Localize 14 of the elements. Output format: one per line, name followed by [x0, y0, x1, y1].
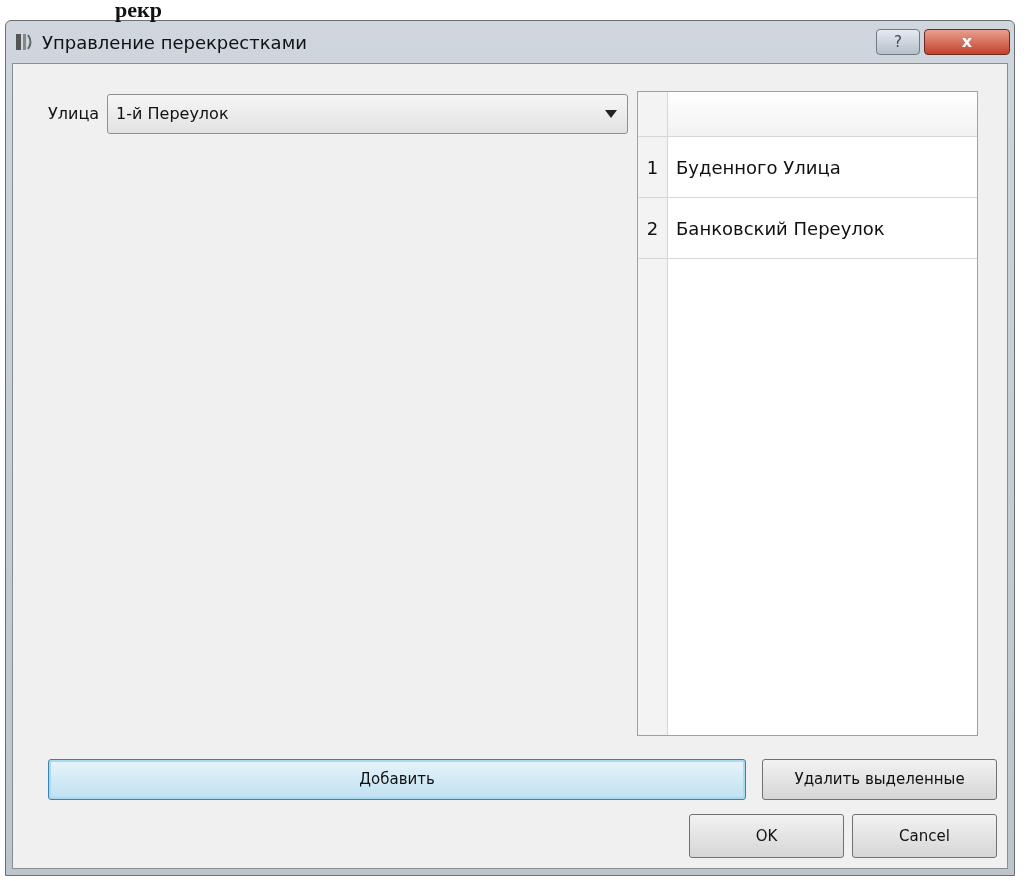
- street-label: Улица: [48, 103, 100, 125]
- heading-fragment: рекр: [114, 0, 163, 20]
- row-number: 1: [638, 137, 668, 197]
- dropdown-arrow-icon: [605, 110, 617, 118]
- add-button[interactable]: Добавить: [48, 759, 747, 800]
- street-name-cell-text: Банковский Переулок: [675, 216, 885, 241]
- row-number: 2: [638, 198, 668, 258]
- street-name-cell-text: Буденного Улица: [675, 155, 841, 180]
- street-dropdown[interactable]: 1-й Переулок: [107, 94, 628, 134]
- window-title: Управление перекрестками: [42, 30, 307, 55]
- remove-selected-button[interactable]: Удалить выделенные: [762, 759, 997, 800]
- cancel-button[interactable]: Cancel: [852, 814, 997, 858]
- ok-button[interactable]: OK: [689, 814, 844, 858]
- help-button[interactable]: ?: [876, 29, 920, 55]
